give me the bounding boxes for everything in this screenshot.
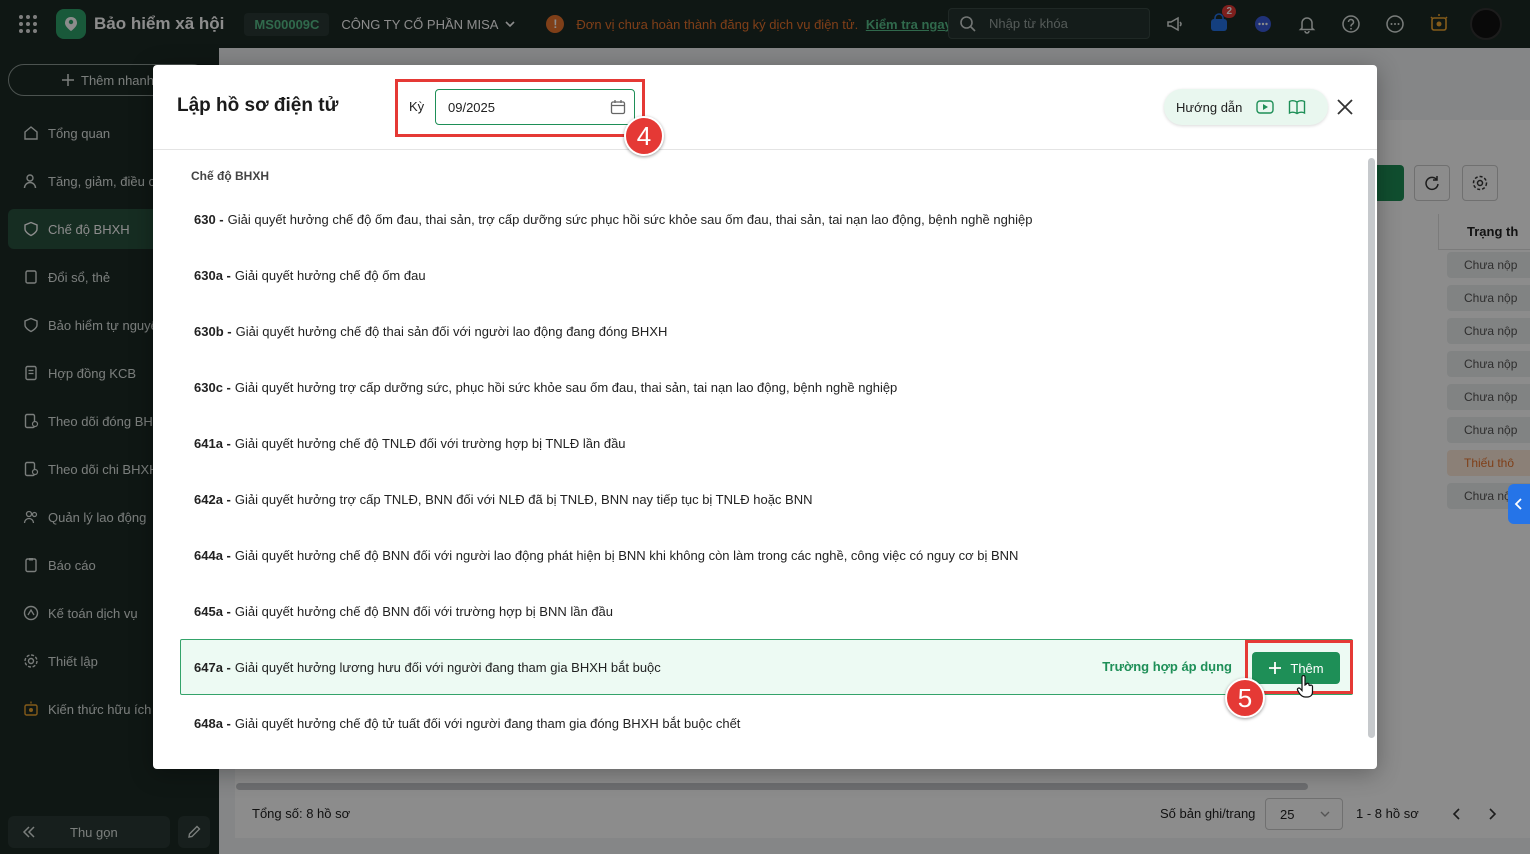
regime-code: 641a - (194, 435, 231, 451)
regime-row-648a[interactable]: 648a - Giải quyết hưởng chế độ tử tuất đố… (180, 695, 1353, 751)
vertical-scrollbar[interactable] (1368, 158, 1375, 738)
step-badge-4: 4 (624, 116, 664, 156)
regime-row-642a[interactable]: 642a - Giải quyết hưởng trợ cấp TNLĐ, BNN… (180, 471, 1353, 527)
regime-row-630[interactable]: 630 - Giải quyết hưởng chế độ ốm đau, tha… (180, 191, 1353, 247)
regime-row-630c[interactable]: 630c - Giải quyết hưởng trợ cấp dưỡng sức… (180, 359, 1353, 415)
book-icon[interactable] (1288, 99, 1306, 115)
regime-code: 644a - (194, 547, 231, 563)
highlight-box-period (395, 79, 645, 137)
regime-row-630a[interactable]: 630a - Giải quyết hưởng chế độ ốm đau (180, 247, 1353, 303)
regime-code: 642a - (194, 491, 231, 507)
create-electronic-file-dialog: Lập hồ sơ điện tử Kỳ 09/2025 4 Hướng dẫn… (153, 65, 1377, 769)
dialog-header: Lập hồ sơ điện tử Kỳ 09/2025 4 Hướng dẫn (153, 65, 1377, 156)
regime-row-645a[interactable]: 645a - Giải quyết hưởng chế độ BNN đối vớ… (180, 583, 1353, 639)
chevron-left-icon (1514, 498, 1522, 510)
section-label: Chế độ BHXH (191, 169, 269, 183)
regime-code: 645a - (194, 603, 231, 619)
close-dialog-button[interactable] (1333, 95, 1357, 119)
regime-code: 647a - (194, 659, 231, 675)
regime-description: Giải quyết hưởng chế độ TNLĐ đối với trư… (234, 435, 626, 451)
regime-description: Giải quyết hưởng chế độ BNN đối với trườ… (234, 603, 614, 619)
regime-row-630b[interactable]: 630b - Giải quyết hưởng chế độ thai sản đ… (180, 303, 1353, 359)
regime-code: 630c - (194, 379, 231, 395)
hand-cursor-icon (1296, 675, 1314, 698)
dialog-title: Lập hồ sơ điện tử (177, 95, 339, 116)
guide-button[interactable]: Hướng dẫn (1164, 89, 1328, 125)
regime-code: 630 - (194, 211, 224, 227)
applicable-cases-link[interactable]: Trường hợp áp dụng (1102, 659, 1232, 674)
regime-code: 630a - (194, 267, 231, 283)
dialog-body: Chế độ BHXH 630 - Giải quyết hưởng chế độ… (153, 151, 1377, 765)
step-badge-5: 5 (1225, 678, 1265, 718)
side-panel-toggle[interactable] (1508, 484, 1530, 524)
regime-description: Giải quyết hưởng chế độ thai sản đối với… (235, 323, 668, 339)
guide-label: Hướng dẫn (1176, 99, 1243, 115)
video-icon[interactable] (1256, 99, 1275, 115)
regime-description: Giải quyết hưởng chế độ ốm đau, thai sản… (227, 211, 1033, 227)
regime-description: Giải quyết hưởng trợ cấp dưỡng sức, phục… (234, 379, 898, 395)
regime-row-644a[interactable]: 644a - Giải quyết hưởng chế độ BNN đối vớ… (180, 527, 1353, 583)
regime-description: Giải quyết hưởng chế độ tử tuất đối với … (234, 715, 741, 731)
close-icon (1337, 99, 1353, 115)
regime-row-641a[interactable]: 641a - Giải quyết hưởng chế độ TNLĐ đối v… (180, 415, 1353, 471)
regime-code: 648a - (194, 715, 231, 731)
regime-description: Giải quyết hưởng trợ cấp TNLĐ, BNN đối v… (234, 491, 813, 507)
regime-description: Giải quyết hưởng chế độ ốm đau (234, 267, 426, 283)
regime-description: Giải quyết hưởng lương hưu đối với người… (234, 659, 661, 675)
regime-code: 630b - (194, 323, 232, 339)
regime-row-647a[interactable]: 647a - Giải quyết hưởng lương hưu đối với… (180, 639, 1353, 695)
regime-description: Giải quyết hưởng chế độ BNN đối với ngườ… (234, 547, 1019, 563)
